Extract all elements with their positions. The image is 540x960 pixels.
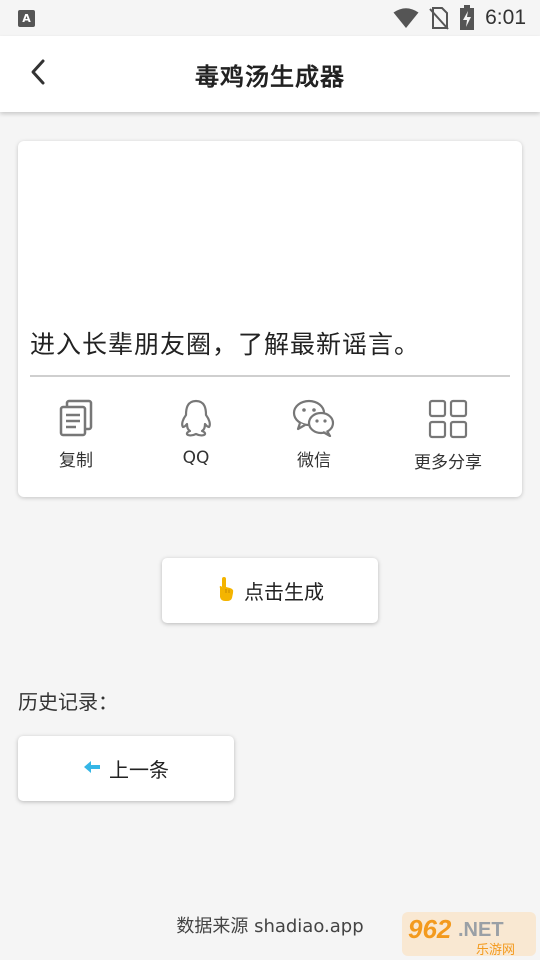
wechat-label: 微信 — [297, 451, 331, 471]
battery-charging-icon — [459, 5, 475, 31]
share-row: 复制 QQ 微信 更多分享 — [18, 399, 522, 479]
previous-button[interactable]: 上一条 — [18, 736, 234, 801]
arrow-left-icon — [83, 759, 101, 778]
quote-divider — [30, 375, 510, 377]
status-bar: A 6:01 — [0, 0, 540, 36]
copy-icon — [58, 399, 94, 437]
quote-card: 进入长辈朋友圈，了解最新谣言。 复制 QQ 微信 更多分享 — [18, 141, 522, 497]
grid-icon — [428, 399, 468, 439]
wechat-share-button[interactable]: 微信 — [264, 399, 364, 479]
no-sim-icon — [429, 6, 449, 30]
page-title: 毒鸡汤生成器 — [195, 62, 345, 91]
wechat-icon — [292, 399, 336, 437]
history-title: 历史记录： — [18, 690, 118, 714]
copy-label: 复制 — [59, 451, 93, 471]
pointing-hand-icon — [216, 576, 236, 606]
svg-text:962: 962 — [408, 914, 452, 944]
wifi-icon — [393, 7, 419, 29]
generate-button[interactable]: 点击生成 — [162, 558, 378, 623]
svg-text:.NET: .NET — [458, 919, 504, 941]
notification-a-icon: A — [18, 9, 35, 27]
copy-button[interactable]: 复制 — [26, 399, 126, 479]
qq-label: QQ — [182, 448, 210, 468]
status-left: A — [18, 9, 35, 27]
more-share-button[interactable]: 更多分享 — [398, 399, 498, 479]
back-button[interactable] — [22, 58, 54, 90]
watermark-logo: 962 .NET 乐游网 — [400, 908, 538, 958]
clock-time: 6:01 — [485, 6, 526, 29]
svg-text:乐游网: 乐游网 — [476, 943, 515, 958]
chevron-left-icon — [28, 58, 48, 90]
qq-icon — [178, 399, 214, 439]
status-right: 6:01 — [393, 5, 526, 31]
quote-text: 进入长辈朋友圈，了解最新谣言。 — [30, 330, 421, 359]
qq-share-button[interactable]: QQ — [146, 399, 246, 479]
generate-label: 点击生成 — [244, 580, 324, 604]
previous-label: 上一条 — [109, 758, 169, 782]
app-bar: 毒鸡汤生成器 — [0, 36, 540, 112]
more-share-label: 更多分享 — [414, 453, 482, 473]
